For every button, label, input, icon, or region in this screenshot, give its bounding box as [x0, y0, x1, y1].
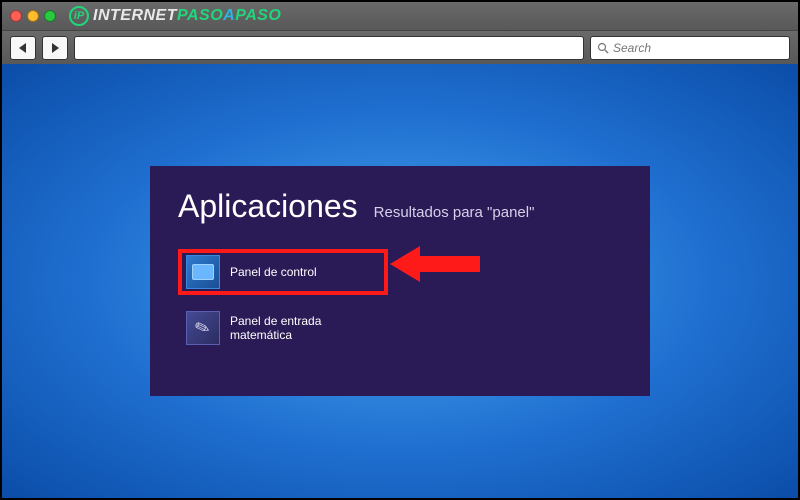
logo-text-accent2: PASO [235, 7, 281, 24]
triangle-right-icon [50, 43, 60, 53]
applications-search-panel: Aplicaciones Resultados para "panel" Pan… [150, 166, 650, 396]
result-panel-entrada-matematica[interactable]: Panel de entrada matemática [178, 305, 388, 351]
search-icon [597, 42, 609, 54]
logo-badge-icon: iP [69, 6, 89, 26]
site-logo: iP INTERNETPASOAPASO [69, 6, 281, 26]
apps-header: Aplicaciones Resultados para "panel" [178, 188, 622, 225]
search-box[interactable] [590, 36, 790, 60]
forward-button[interactable] [42, 36, 68, 60]
search-input[interactable] [613, 41, 783, 55]
logo-text: INTERNETPASOAPASO [93, 7, 281, 25]
logo-text-main: INTERNET [93, 7, 177, 24]
logo-text-accent1: PASO [177, 7, 223, 24]
browser-toolbar [2, 30, 798, 64]
callout-arrow-icon [390, 242, 480, 286]
window-titlebar: iP INTERNETPASOAPASO [2, 2, 798, 30]
triangle-left-icon [18, 43, 28, 53]
page-viewport: Aplicaciones Resultados para "panel" Pan… [2, 64, 798, 498]
math-input-panel-icon [186, 311, 220, 345]
control-panel-icon [186, 255, 220, 289]
maximize-window-button[interactable] [44, 10, 56, 22]
close-window-button[interactable] [10, 10, 22, 22]
apps-subtitle: Resultados para "panel" [374, 204, 535, 221]
back-button[interactable] [10, 36, 36, 60]
result-label: Panel de control [230, 265, 317, 279]
url-bar[interactable] [74, 36, 584, 60]
result-panel-de-control[interactable]: Panel de control [178, 249, 388, 295]
minimize-window-button[interactable] [27, 10, 39, 22]
logo-text-separator: A [223, 7, 235, 24]
result-label: Panel de entrada matemática [230, 314, 380, 343]
apps-title: Aplicaciones [178, 188, 358, 225]
